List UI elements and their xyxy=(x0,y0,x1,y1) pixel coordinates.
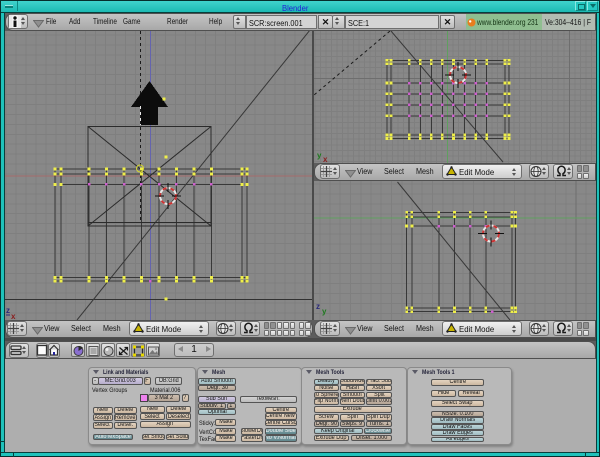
svg-text:y: y xyxy=(317,151,322,160)
svg-text:y: y xyxy=(322,307,327,316)
svg-text:z: z xyxy=(316,302,320,311)
svg-text:x: x xyxy=(323,155,328,163)
svg-text:z: z xyxy=(6,306,10,315)
svg-text:x: x xyxy=(11,312,16,320)
